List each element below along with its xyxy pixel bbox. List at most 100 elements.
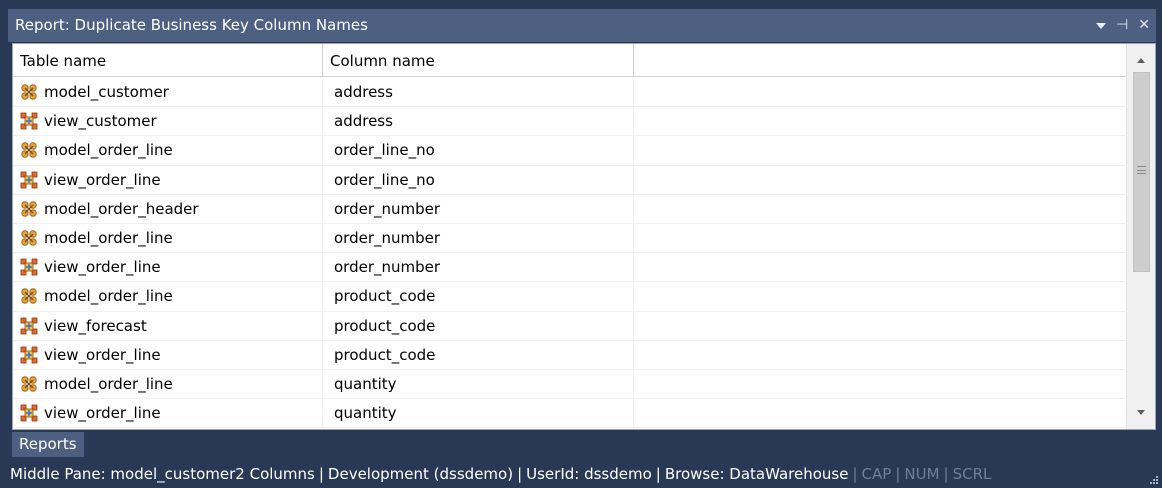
column-header-table-name[interactable]: Table name bbox=[13, 44, 323, 77]
column-name-text: product_code bbox=[334, 345, 436, 364]
view-table-icon bbox=[20, 171, 44, 189]
grid-header: Table name Column name bbox=[13, 44, 1126, 77]
cell-filler bbox=[634, 78, 1126, 106]
column-header-filler bbox=[634, 44, 1126, 77]
tab-reports[interactable]: Reports bbox=[12, 432, 84, 457]
cell-column-name[interactable]: address bbox=[323, 78, 634, 107]
table-row[interactable]: model_order_line order_line_no bbox=[13, 136, 1126, 166]
cell-filler bbox=[634, 312, 1126, 340]
column-name-text: address bbox=[334, 112, 393, 131]
cell-column-name[interactable]: product_code bbox=[323, 340, 634, 369]
cell-column-name[interactable]: order_line_no bbox=[323, 165, 634, 194]
table-name-text: view_order_line bbox=[44, 345, 161, 364]
cell-column-name[interactable]: product_code bbox=[323, 282, 634, 311]
cell-table-name[interactable]: model_order_line bbox=[13, 369, 323, 399]
window-controls: ⊣ ✕ bbox=[1096, 9, 1150, 42]
view-table-icon bbox=[20, 112, 44, 130]
column-name-text: quantity bbox=[334, 404, 397, 423]
cell-column-name[interactable]: product_code bbox=[323, 311, 634, 340]
scroll-down-arrow-icon[interactable] bbox=[1137, 410, 1145, 415]
view-table-icon bbox=[20, 404, 44, 422]
grid-rows: model_customer address view_customer addres… bbox=[13, 78, 1126, 429]
cell-column-name[interactable]: quantity bbox=[323, 399, 634, 428]
cell-table-name[interactable]: view_order_line bbox=[13, 253, 323, 282]
cell-column-name[interactable]: order_number bbox=[323, 253, 634, 282]
cell-table-name[interactable]: model_order_line bbox=[13, 136, 323, 165]
close-icon[interactable]: ✕ bbox=[1138, 9, 1150, 42]
status-cap: CAP bbox=[861, 465, 892, 483]
model-table-icon bbox=[20, 375, 44, 393]
table-row[interactable]: view_order_line order_line_no bbox=[13, 165, 1126, 195]
table-name-text: model_customer bbox=[44, 83, 169, 102]
view-table-icon bbox=[20, 346, 44, 364]
model-table-icon bbox=[20, 83, 44, 101]
cell-filler bbox=[634, 282, 1126, 310]
table-row[interactable]: model_customer address bbox=[13, 78, 1126, 108]
scroll-up-arrow-icon[interactable] bbox=[1137, 58, 1145, 63]
cell-column-name[interactable]: order_number bbox=[323, 194, 634, 223]
cell-column-name[interactable]: quantity bbox=[323, 369, 634, 399]
table-name-text: model_order_header bbox=[44, 199, 199, 218]
cell-column-name[interactable]: order_line_no bbox=[323, 136, 634, 165]
cell-filler bbox=[634, 224, 1126, 252]
cell-filler bbox=[634, 370, 1126, 398]
column-name-text: order_line_no bbox=[334, 141, 435, 160]
status-bar: Middle Pane: model_customer2 Columns | Dev… bbox=[0, 461, 1162, 488]
table-name-text: model_order_line bbox=[44, 374, 173, 393]
cell-filler bbox=[634, 253, 1126, 281]
table-row[interactable]: model_order_line order_number bbox=[13, 223, 1126, 254]
cell-column-name[interactable]: order_number bbox=[323, 223, 634, 253]
table-row[interactable]: view_order_line order_number bbox=[13, 253, 1126, 283]
status-connection: Development (dssdemo) bbox=[327, 465, 514, 483]
table-row[interactable]: view_forecast product_code bbox=[13, 311, 1126, 341]
column-name-text: product_code bbox=[334, 287, 436, 306]
table-row[interactable]: view_order_line quantity bbox=[13, 399, 1126, 429]
cell-filler bbox=[634, 341, 1126, 369]
column-header-column-name[interactable]: Column name bbox=[323, 44, 634, 77]
model-table-icon bbox=[20, 200, 44, 218]
bottom-tabs: Reports bbox=[12, 432, 84, 458]
window-titlebar: Report: Duplicate Business Key Column Na… bbox=[8, 9, 1156, 42]
table-name-text: model_order_line bbox=[44, 287, 173, 306]
cell-column-name[interactable]: address bbox=[323, 107, 634, 136]
model-table-icon bbox=[20, 141, 44, 159]
window-title: Report: Duplicate Business Key Column Na… bbox=[15, 16, 368, 34]
cell-table-name[interactable]: model_order_header bbox=[13, 194, 323, 223]
table-row[interactable]: model_order_header order_number bbox=[13, 194, 1126, 224]
status-user: UserId: dssdemo bbox=[526, 465, 652, 483]
vertical-scrollbar[interactable] bbox=[1126, 44, 1155, 429]
table-name-text: view_customer bbox=[44, 112, 157, 131]
table-row[interactable]: view_customer address bbox=[13, 107, 1126, 137]
status-pane: Middle Pane: model_customer2 Columns bbox=[10, 465, 315, 483]
cell-table-name[interactable]: view_order_line bbox=[13, 340, 323, 369]
table-name-text: view_order_line bbox=[44, 170, 161, 189]
pin-icon[interactable]: ⊣ bbox=[1116, 9, 1128, 42]
cell-table-name[interactable]: model_customer bbox=[13, 78, 323, 107]
table-row[interactable]: model_order_line quantity bbox=[13, 369, 1126, 400]
view-table-icon bbox=[20, 258, 44, 276]
cell-table-name[interactable]: view_order_line bbox=[13, 399, 323, 428]
column-name-text: order_line_no bbox=[334, 170, 435, 189]
view-table-icon bbox=[20, 317, 44, 335]
table-row[interactable]: view_order_line product_code bbox=[13, 340, 1126, 370]
column-name-text: quantity bbox=[334, 374, 397, 393]
cell-table-name[interactable]: model_order_line bbox=[13, 282, 323, 311]
dropdown-arrow-icon[interactable] bbox=[1096, 22, 1107, 29]
report-window: Report: Duplicate Business Key Column Na… bbox=[0, 0, 1162, 488]
cell-table-name[interactable]: model_order_line bbox=[13, 223, 323, 253]
table-row[interactable]: model_order_line product_code bbox=[13, 282, 1126, 312]
resize-grip-icon[interactable] bbox=[1148, 474, 1158, 484]
column-name-text: order_number bbox=[334, 199, 441, 218]
cell-filler bbox=[634, 195, 1126, 223]
cell-filler bbox=[634, 107, 1126, 135]
cell-table-name[interactable]: view_order_line bbox=[13, 165, 323, 194]
table-name-text: view_order_line bbox=[44, 258, 161, 277]
scrollbar-grip-icon bbox=[1137, 166, 1146, 174]
column-name-text: product_code bbox=[334, 316, 436, 335]
status-scrl: SCRL bbox=[952, 465, 992, 483]
cell-table-name[interactable]: view_customer bbox=[13, 107, 323, 136]
table-name-text: model_order_line bbox=[44, 229, 173, 248]
table-name-text: view_order_line bbox=[44, 404, 161, 423]
column-name-text: order_number bbox=[334, 229, 441, 248]
cell-table-name[interactable]: view_forecast bbox=[13, 311, 323, 340]
